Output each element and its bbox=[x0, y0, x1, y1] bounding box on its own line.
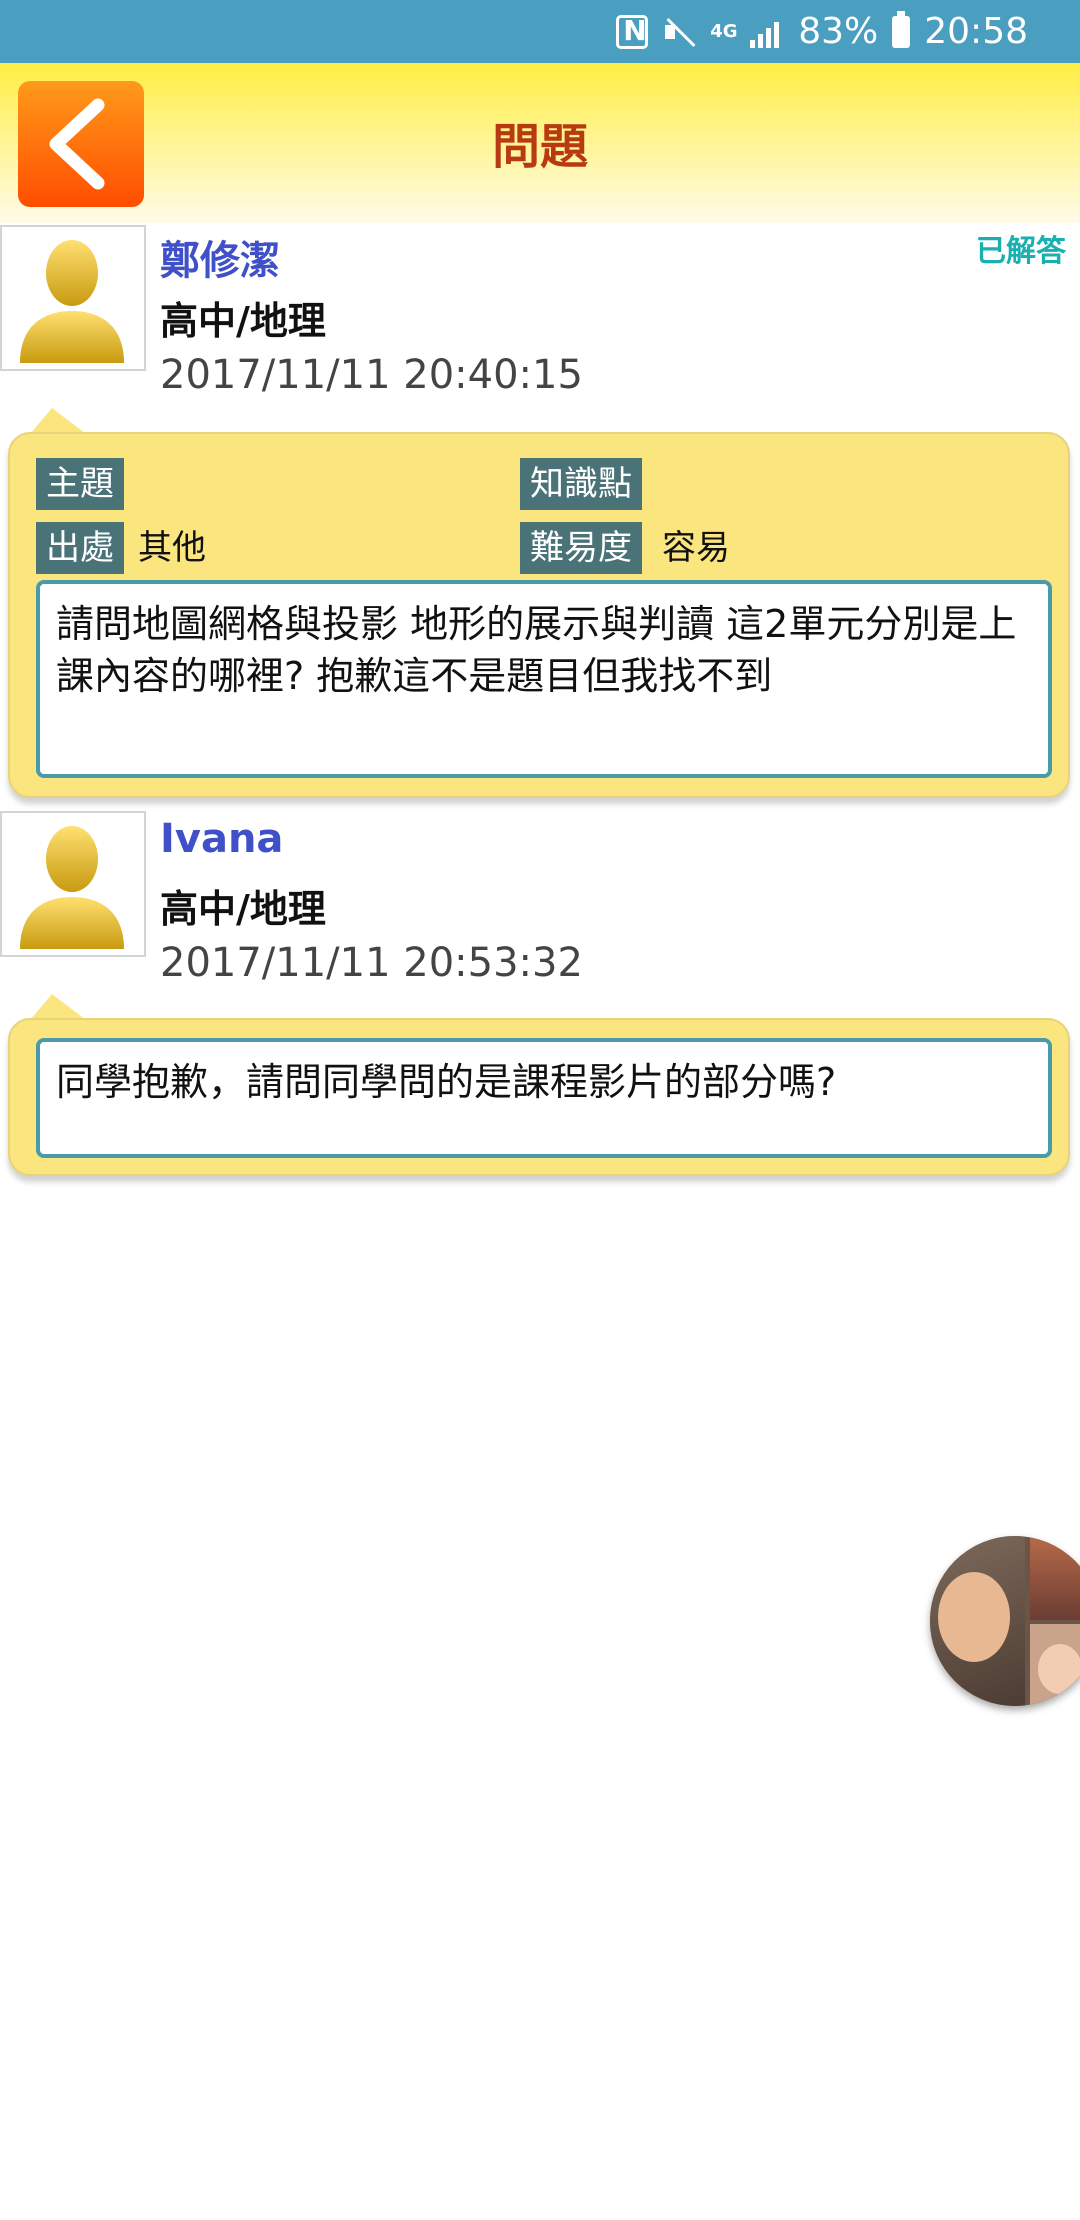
difficulty-value: 容易 bbox=[662, 528, 730, 568]
status-bar: 4G 83% 20:58 bbox=[0, 0, 1080, 63]
network-type-label: 4G bbox=[710, 20, 738, 42]
page-title: 問題 bbox=[491, 119, 588, 175]
subject-label: 高中/地理 bbox=[160, 887, 326, 931]
bubble-tail bbox=[30, 994, 86, 1020]
battery-percent: 83% bbox=[798, 11, 879, 52]
header-bar: 問題 bbox=[0, 63, 1080, 223]
user-name[interactable]: 鄭修潔 bbox=[160, 228, 280, 286]
topic-tag: 主題 bbox=[36, 458, 124, 510]
clock: 20:58 bbox=[924, 11, 1028, 52]
reply-bubble: 同學抱歉，請問同學問的是課程影片的部分嗎? bbox=[8, 1018, 1070, 1176]
user-silhouette-icon bbox=[20, 240, 124, 363]
status-icons: 4G 83% 20:58 bbox=[616, 0, 1028, 63]
avatar[interactable] bbox=[0, 811, 146, 957]
signal-icon bbox=[750, 16, 784, 48]
user-name[interactable]: Ivana bbox=[160, 816, 283, 862]
floating-chat-head[interactable] bbox=[930, 1536, 1080, 1706]
profile-photo bbox=[938, 1572, 1010, 1662]
post-timestamp: 2017/11/11 20:40:15 bbox=[160, 352, 583, 398]
subject-label: 高中/地理 bbox=[160, 299, 326, 343]
bubble-tail bbox=[30, 408, 86, 434]
post-timestamp: 2017/11/11 20:53:32 bbox=[160, 940, 583, 986]
battery-icon bbox=[892, 10, 911, 48]
question-text: 請問地圖網格與投影 地形的展示與判讀 這2單元分別是上課內容的哪裡? 抱歉這不是… bbox=[36, 580, 1052, 778]
user-silhouette-icon bbox=[20, 826, 124, 949]
question-bubble: 主題 知識點 出處 其他 難易度 容易 請問地圖網格與投影 地形的展示與判讀 這… bbox=[8, 432, 1070, 798]
mute-icon bbox=[662, 15, 696, 49]
profile-photo bbox=[1038, 1644, 1080, 1694]
source-tag: 出處 bbox=[36, 522, 124, 574]
knowledge-point-tag: 知識點 bbox=[520, 458, 642, 510]
difficulty-tag: 難易度 bbox=[520, 522, 642, 574]
status-badge: 已解答 bbox=[976, 234, 1066, 269]
nfc-icon bbox=[616, 14, 649, 49]
avatar[interactable] bbox=[0, 225, 146, 371]
reply-text: 同學抱歉，請問同學問的是課程影片的部分嗎? bbox=[36, 1038, 1052, 1158]
source-value: 其他 bbox=[138, 528, 206, 568]
